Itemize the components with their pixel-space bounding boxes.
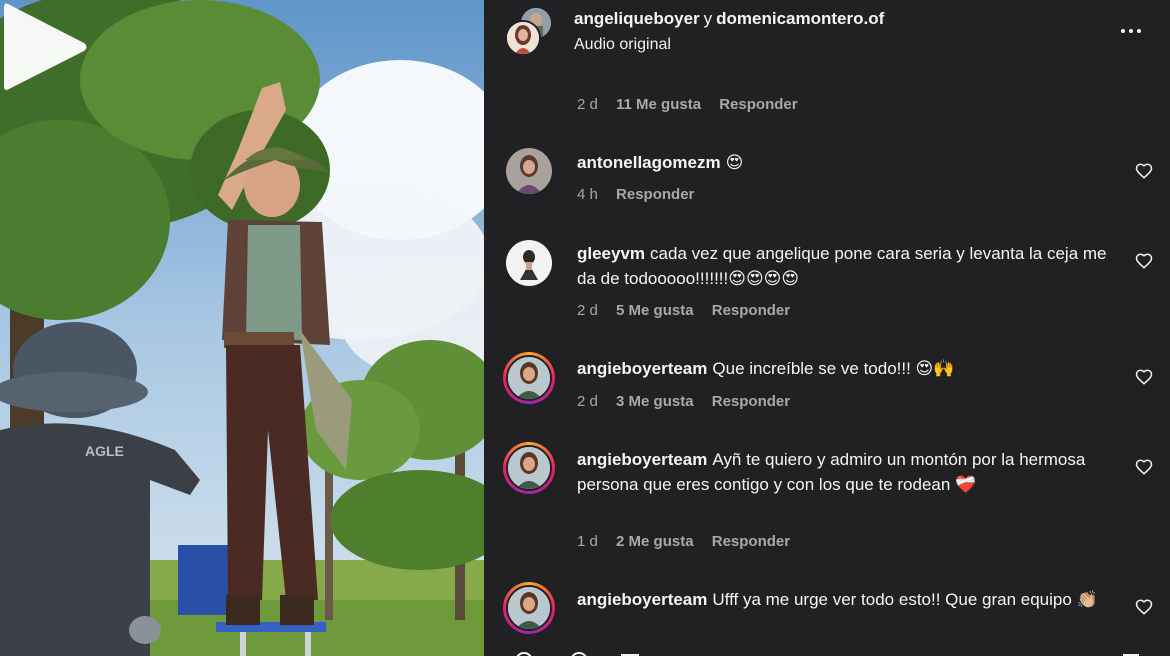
comment-text: angieboyerteam Que increíble se ve todo!!… xyxy=(577,356,1127,381)
reply-button[interactable]: Responder xyxy=(712,393,790,410)
comment-text: angieboyerteam Ayñ te quiero y admiro un … xyxy=(577,447,1127,497)
svg-text:AGLE: AGLE xyxy=(85,443,124,459)
comment-time: 4 h xyxy=(577,186,598,203)
comment-content: Que increíble se ve todo!!! 😍🙌 xyxy=(712,359,955,378)
comment-content: 😍 xyxy=(725,153,744,172)
avatar[interactable] xyxy=(503,442,555,494)
comment-meta: 4 h Responder xyxy=(577,186,694,203)
heart-outline-icon[interactable] xyxy=(1135,162,1153,180)
comment-text: angieboyerteam Ufff ya me urge ver todo e… xyxy=(577,587,1127,612)
comment-likes[interactable]: 2 Me gusta xyxy=(616,533,694,550)
avatar[interactable] xyxy=(503,352,555,404)
heart-outline-icon[interactable] xyxy=(1135,458,1153,476)
comment-likes[interactable]: 3 Me gusta xyxy=(616,393,694,410)
comments-panel: angeliqueboyer y domenicamontero.of Audio … xyxy=(484,0,1170,656)
reply-button[interactable]: Responder xyxy=(719,96,797,113)
author-link[interactable]: domenicamontero.of xyxy=(716,9,884,28)
avatar xyxy=(505,20,541,56)
comment-meta: 1 d 2 Me gusta Responder xyxy=(577,533,790,550)
comment-content: cada vez que angelique pone cara seria y… xyxy=(577,244,1107,288)
comment-meta: 2 d 11 Me gusta Responder xyxy=(577,96,798,113)
heart-outline-icon[interactable] xyxy=(1135,598,1153,616)
comment-meta: 2 d 3 Me gusta Responder xyxy=(577,393,790,410)
comment-username[interactable]: angieboyerteam xyxy=(577,590,707,609)
video-player[interactable]: AGLE xyxy=(0,0,484,656)
post-authors: angeliqueboyer y domenicamontero.of xyxy=(574,9,884,29)
avatar[interactable] xyxy=(503,582,555,634)
comment-time: 2 d xyxy=(577,393,598,410)
avatar[interactable] xyxy=(506,240,552,286)
reply-button[interactable]: Responder xyxy=(616,186,694,203)
comment-text: gleeyvm cada vez que angelique pone cara … xyxy=(577,241,1127,291)
play-icon[interactable] xyxy=(0,0,90,94)
post-header: angeliqueboyer y domenicamontero.of Audio … xyxy=(484,0,1170,72)
audio-link[interactable]: Audio original xyxy=(574,36,671,54)
comment-text: antonellagomezm 😍 xyxy=(577,150,1127,175)
reply-button[interactable]: Responder xyxy=(712,533,790,550)
comment-likes[interactable]: 5 Me gusta xyxy=(616,302,694,319)
comment-content: Ufff ya me urge ver todo esto!! Que gran… xyxy=(712,590,1098,609)
authors-connector: y xyxy=(703,9,713,28)
comment-username[interactable]: angieboyerteam xyxy=(577,450,707,469)
heart-outline-icon[interactable] xyxy=(1135,252,1153,270)
comment-username[interactable]: antonellagomezm xyxy=(577,153,721,172)
action-icons xyxy=(516,652,1139,656)
comment-likes[interactable]: 11 Me gusta xyxy=(616,96,701,113)
comment-time: 2 d xyxy=(577,302,598,319)
reply-button[interactable]: Responder xyxy=(712,302,790,319)
comment-time: 1 d xyxy=(577,533,598,550)
collab-avatars[interactable] xyxy=(505,8,553,56)
comment-time: 2 d xyxy=(577,96,598,113)
author-link[interactable]: angeliqueboyer xyxy=(574,9,700,28)
comment-username[interactable]: gleeyvm xyxy=(577,244,645,263)
more-horizontal-icon xyxy=(1121,29,1125,33)
heart-outline-icon[interactable] xyxy=(1135,368,1153,386)
action-bar xyxy=(484,646,1170,656)
avatar[interactable] xyxy=(506,148,552,194)
comment-meta: 2 d 5 Me gusta Responder xyxy=(577,302,790,319)
more-options-button[interactable] xyxy=(1120,18,1146,44)
video-frame: AGLE xyxy=(0,0,484,656)
comment-username[interactable]: angieboyerteam xyxy=(577,359,707,378)
